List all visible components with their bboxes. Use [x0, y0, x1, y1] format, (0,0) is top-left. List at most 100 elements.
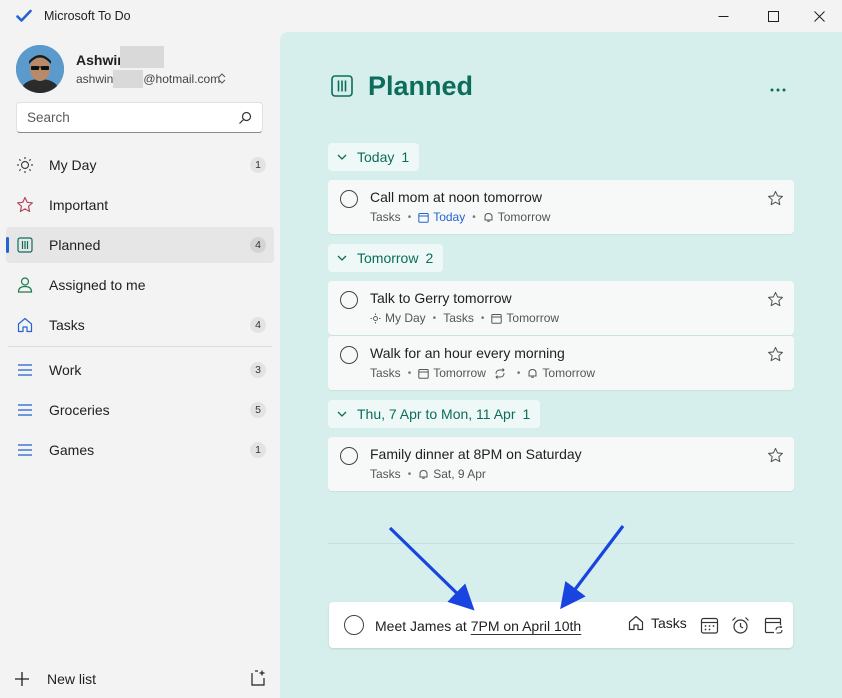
task-list-name: Tasks	[370, 467, 401, 481]
bell-icon	[528, 368, 537, 378]
divider	[8, 346, 272, 347]
divider	[328, 543, 794, 544]
repeat-calendar-icon[interactable]	[764, 616, 783, 635]
task-list-name: Tasks	[370, 366, 401, 380]
task-item[interactable]: Talk to Gerry tomorrow My Day • Tasks • …	[328, 281, 794, 335]
chevron-updown-icon[interactable]	[218, 73, 226, 84]
selection-indicator	[6, 237, 9, 253]
bell-icon	[419, 469, 428, 479]
person-icon	[17, 277, 33, 293]
home-icon	[17, 317, 33, 333]
task-item[interactable]: Family dinner at 8PM on Saturday Tasks •…	[328, 437, 794, 491]
complete-checkbox[interactable]	[340, 346, 358, 364]
task-title: Call mom at noon tomorrow	[370, 189, 542, 205]
group-header-today[interactable]: Today 1	[328, 143, 420, 171]
list-selector-label: Tasks	[651, 615, 687, 631]
due-date-icon[interactable]	[700, 616, 719, 635]
new-list-label: New list	[47, 671, 97, 687]
maximize-button[interactable]	[750, 0, 796, 32]
complete-checkbox[interactable]	[344, 615, 364, 635]
window-title: Microsoft To Do	[44, 9, 131, 23]
task-item[interactable]: Walk for an hour every morning Tasks • T…	[328, 336, 794, 390]
task-reminder: Tomorrow	[497, 210, 551, 224]
task-due-date: Tomorrow	[506, 311, 560, 325]
add-task-bar[interactable]: Meet James at 7PM on April 10th Tasks	[329, 602, 793, 648]
group-header-date-range[interactable]: Thu, 7 Apr to Mon, 11 Apr 1	[328, 400, 541, 428]
sidebar-item-planned[interactable]: Planned 4	[6, 227, 274, 263]
star-icon	[17, 196, 33, 213]
count-badge: 4	[250, 237, 266, 253]
todo-check-icon	[16, 9, 32, 22]
star-icon[interactable]	[767, 291, 784, 308]
sidebar-item-important[interactable]: Important	[6, 187, 274, 223]
group-header-tomorrow[interactable]: Tomorrow 2	[328, 244, 444, 272]
complete-checkbox[interactable]	[340, 190, 358, 208]
plus-icon	[15, 672, 29, 686]
search-input[interactable]	[27, 110, 227, 125]
list-selector[interactable]: Tasks	[627, 614, 687, 632]
redaction-block	[113, 70, 143, 88]
sidebar-item-my-day[interactable]: My Day 1	[6, 147, 274, 183]
star-icon[interactable]	[767, 447, 784, 464]
task-title: Talk to Gerry tomorrow	[370, 290, 512, 306]
sidebar: Ashwin ashwin @hotmail.com My Day 1 Impor…	[0, 32, 280, 698]
task-due-date: Tomorrow	[433, 366, 486, 380]
sidebar-item-label: Games	[49, 442, 95, 458]
separator-dot: •	[407, 211, 412, 223]
sidebar-item-games[interactable]: Games 1	[6, 432, 274, 468]
task-meta: Tasks • Sat, 9 Apr	[370, 467, 486, 481]
minimize-icon	[718, 15, 728, 17]
home-icon	[628, 615, 644, 631]
sidebar-item-label: Groceries	[49, 402, 110, 418]
search-box[interactable]	[16, 102, 263, 133]
sidebar-item-assigned[interactable]: Assigned to me	[6, 267, 274, 303]
user-name[interactable]: Ashwin	[76, 52, 126, 68]
chevron-down-icon	[337, 411, 347, 417]
task-title: Family dinner at 8PM on Saturday	[370, 446, 582, 462]
complete-checkbox[interactable]	[340, 447, 358, 465]
sidebar-item-label: Planned	[49, 237, 101, 253]
alarm-icon[interactable]	[731, 616, 750, 635]
task-item[interactable]: Call mom at noon tomorrow Tasks • Today …	[328, 180, 794, 234]
calendar-grid-icon	[17, 237, 33, 253]
separator-dot: •	[407, 367, 412, 379]
title-bar: Microsoft To Do	[0, 0, 842, 32]
sidebar-item-label: Tasks	[49, 317, 85, 333]
list-icon	[18, 364, 32, 376]
sidebar-item-label: Assigned to me	[49, 277, 146, 293]
more-options-button[interactable]	[770, 76, 786, 97]
sidebar-item-label: My Day	[49, 157, 97, 173]
calendar-icon	[418, 212, 429, 223]
new-list-button[interactable]: New list	[10, 667, 270, 691]
star-icon[interactable]	[767, 190, 784, 207]
sidebar-item-tasks[interactable]: Tasks 4	[6, 307, 274, 343]
close-button[interactable]	[796, 0, 842, 32]
new-group-icon[interactable]	[249, 669, 267, 687]
avatar[interactable]	[16, 45, 64, 93]
complete-checkbox[interactable]	[340, 291, 358, 309]
chevron-down-icon	[337, 255, 347, 261]
minimize-button[interactable]	[700, 0, 746, 32]
sidebar-item-work[interactable]: Work 3	[6, 352, 274, 388]
separator-dot: •	[407, 468, 412, 480]
separator-dot: •	[480, 312, 485, 324]
user-email[interactable]: ashwin @hotmail.com	[76, 72, 220, 86]
page-title: Planned	[368, 71, 474, 101]
star-icon[interactable]	[767, 346, 784, 363]
add-task-input[interactable]: Meet James at 7PM on April 10th	[375, 618, 581, 634]
detected-date-text: 7PM on April 10th	[470, 618, 582, 634]
count-badge: 1	[250, 442, 266, 458]
task-title: Walk for an hour every morning	[370, 345, 565, 361]
search-icon[interactable]	[238, 111, 252, 125]
email-prefix: ashwin	[76, 72, 114, 86]
email-suffix: @hotmail.com	[143, 72, 221, 86]
task-reminder: Tomorrow	[542, 366, 596, 380]
separator-dot: •	[432, 312, 437, 324]
main-pane: Planned Today 1 Call mom at noon tomorro…	[280, 32, 842, 698]
task-meta: My Day • Tasks • Tomorrow	[370, 311, 559, 325]
count-badge: 4	[250, 317, 266, 333]
sidebar-item-groceries[interactable]: Groceries 5	[6, 392, 274, 428]
sidebar-item-label: Work	[49, 362, 82, 378]
task-myday: My Day	[385, 311, 426, 325]
sidebar-item-label: Important	[49, 197, 109, 213]
